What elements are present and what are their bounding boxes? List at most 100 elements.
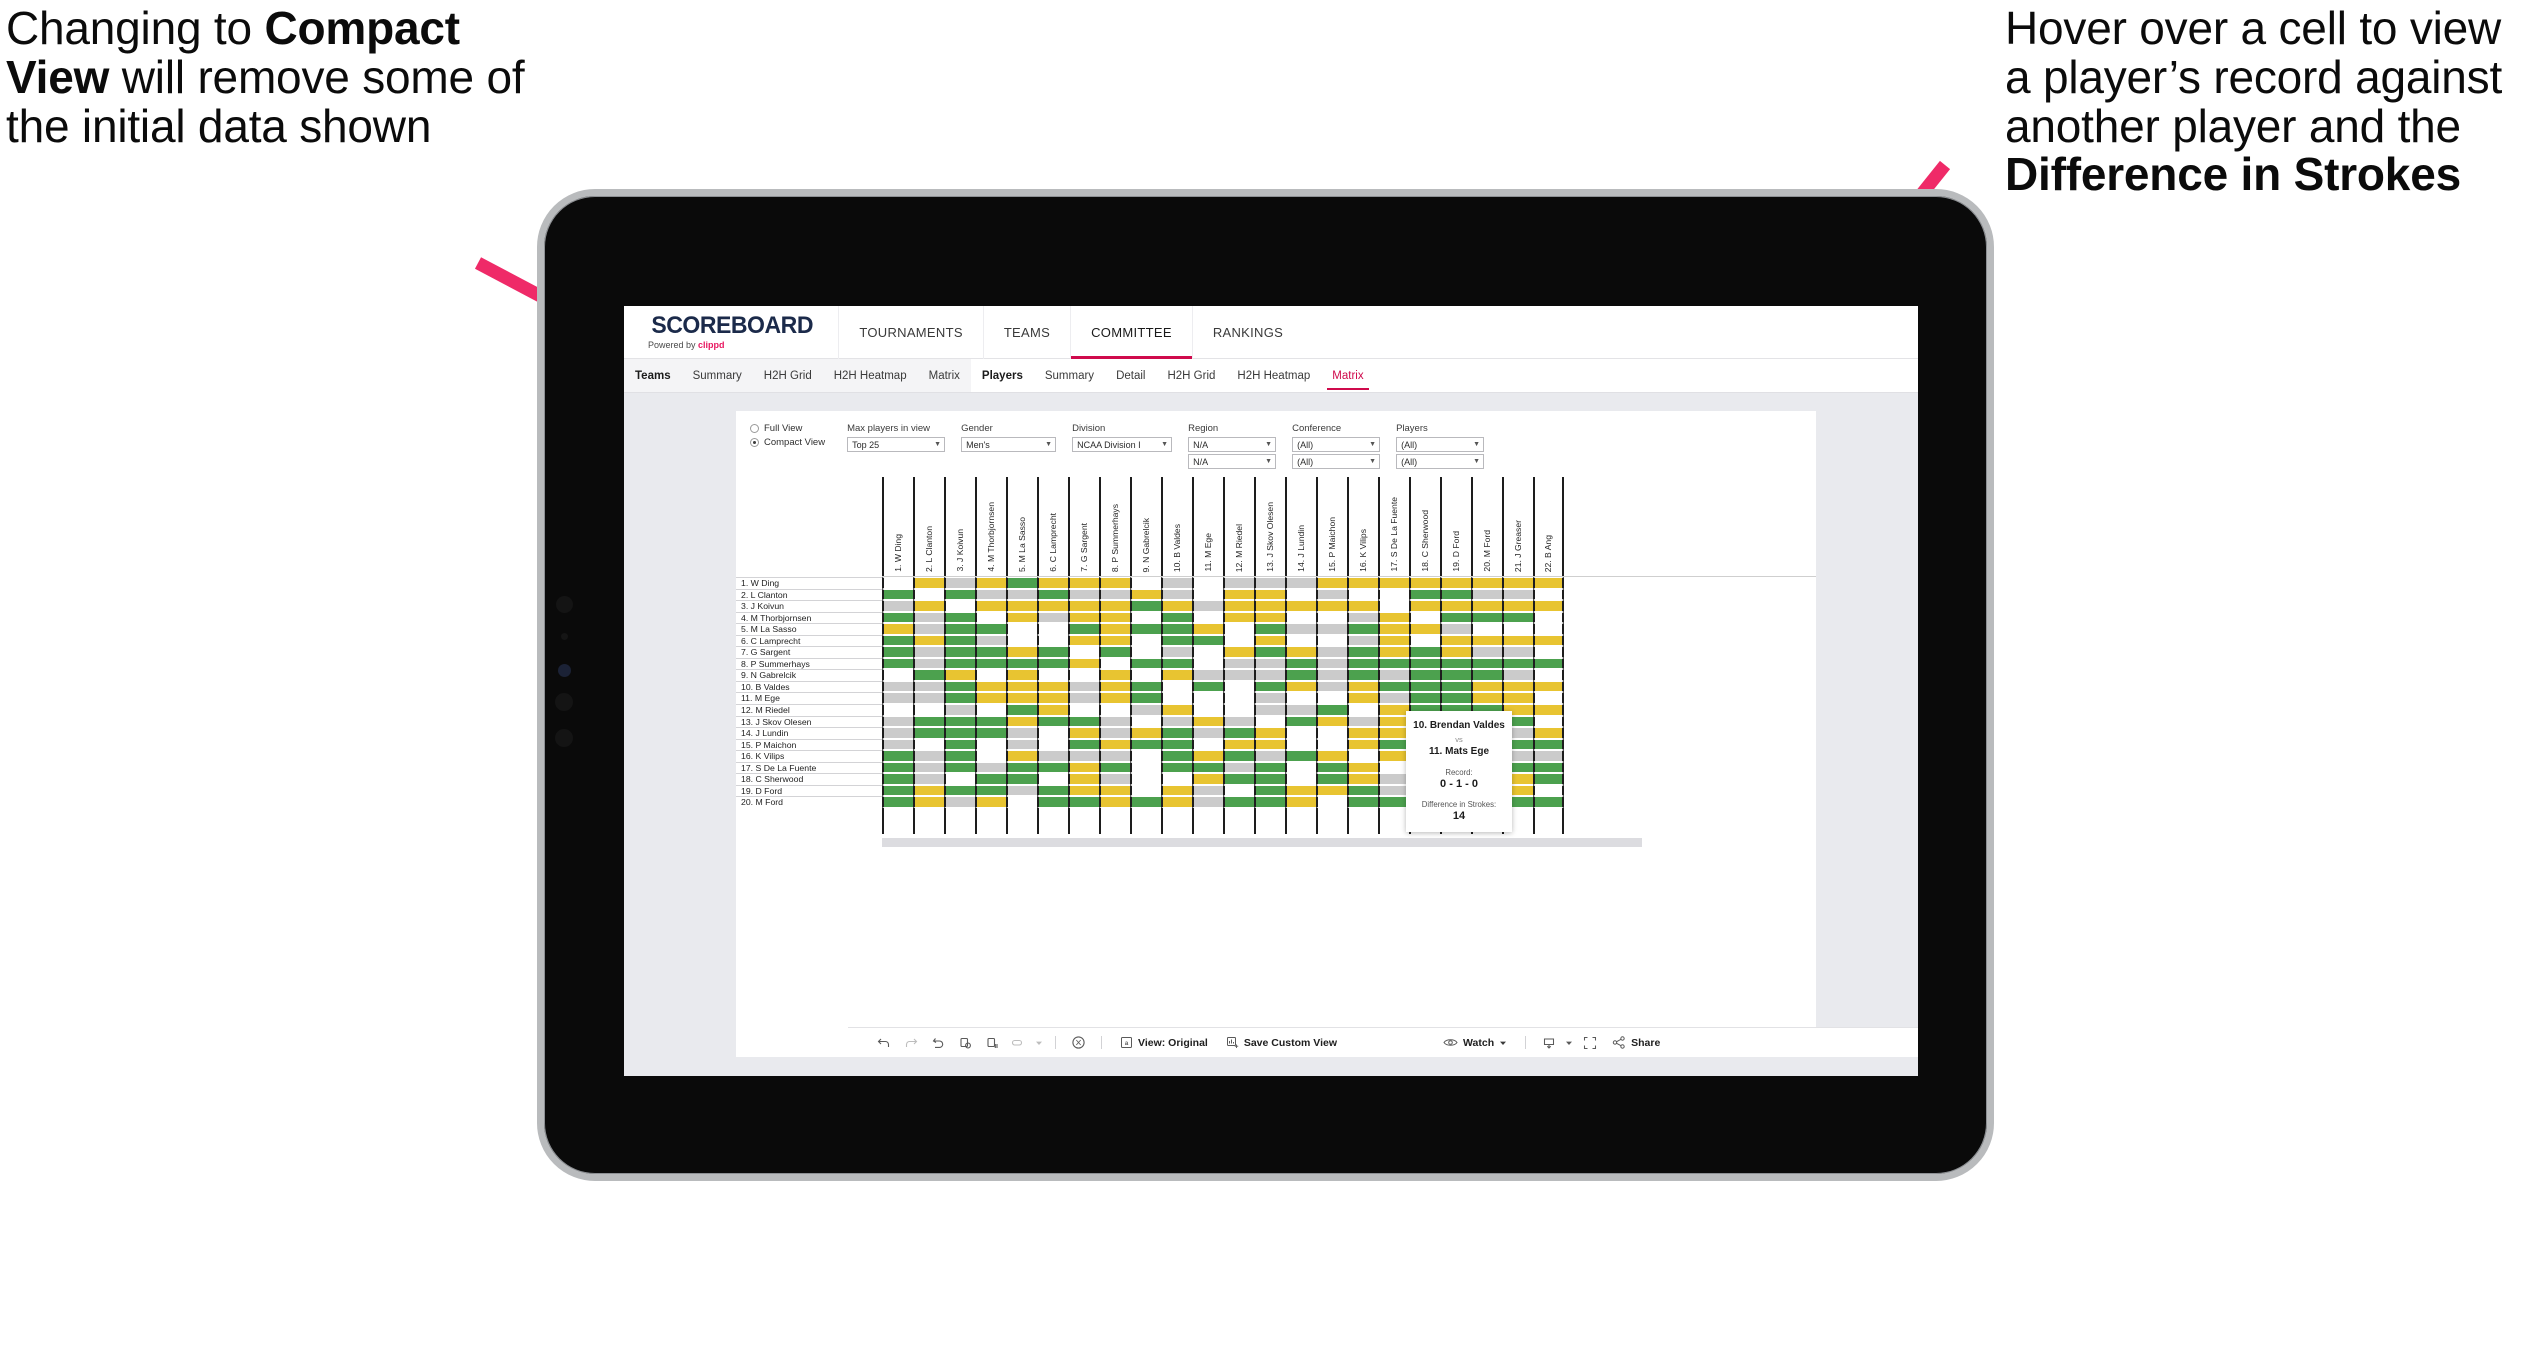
matrix-cell[interactable] [1223,704,1254,716]
matrix-cell[interactable] [1192,738,1223,751]
matrix-cell[interactable] [913,669,944,681]
share-button[interactable]: Share [1603,1028,1669,1058]
matrix-cell[interactable] [1254,680,1285,693]
matrix-cell[interactable] [882,715,913,728]
matrix-cell[interactable] [1533,738,1564,751]
matrix-cell[interactable] [1068,611,1099,624]
matrix-cell[interactable] [1316,623,1347,635]
matrix-cell[interactable] [1285,623,1316,635]
top-nav-teams[interactable]: TEAMS [982,306,1070,359]
matrix-cell[interactable] [944,680,975,693]
matrix-cell[interactable] [1285,657,1316,670]
matrix-cell[interactable] [1409,577,1440,589]
matrix-cell[interactable] [1316,669,1347,681]
matrix-cell[interactable] [1378,680,1409,693]
matrix-cell[interactable] [1285,715,1316,728]
matrix-cell[interactable] [1316,750,1347,762]
matrix-cell[interactable] [1099,727,1130,739]
matrix-cell[interactable] [944,669,975,681]
conference-select-2[interactable]: (All) ▼ [1292,454,1381,469]
matrix-cell[interactable] [1006,577,1037,589]
matrix-cell[interactable] [1378,669,1409,681]
subtab-players-summary[interactable]: Summary [1034,359,1105,392]
matrix-cell[interactable] [1037,727,1068,739]
matrix-cell[interactable] [975,611,1006,624]
matrix-cell[interactable] [1130,796,1161,808]
matrix-cell[interactable] [1347,704,1378,716]
matrix-cell[interactable] [1254,600,1285,612]
matrix-cell[interactable] [944,634,975,647]
matrix-cell[interactable] [1068,657,1099,670]
matrix-cell[interactable] [1533,750,1564,762]
matrix-cell[interactable] [944,657,975,670]
matrix-cell[interactable] [1316,727,1347,739]
matrix-cell[interactable] [1068,588,1099,601]
matrix-cell[interactable] [1316,600,1347,612]
matrix-cell[interactable] [1533,784,1564,797]
top-nav-tournaments[interactable]: TOURNAMENTS [838,306,982,359]
matrix-cell[interactable] [1502,680,1533,693]
matrix-cell[interactable] [944,704,975,716]
matrix-cell[interactable] [944,588,975,601]
matrix-cell[interactable] [1347,657,1378,670]
app-logo[interactable]: SCOREBOARD Powered by clippd [624,314,838,351]
fullscreen-icon[interactable] [1576,1028,1603,1058]
region-select-2[interactable]: N/A ▼ [1188,454,1277,469]
subtab-teams-h2h-grid[interactable]: H2H Grid [753,359,823,392]
matrix-cell[interactable] [1378,657,1409,670]
matrix-cell[interactable] [975,796,1006,808]
matrix-cell[interactable] [1471,577,1502,589]
matrix-cell[interactable] [1161,680,1192,693]
matrix-cell[interactable] [1254,577,1285,589]
matrix-cell[interactable] [1440,680,1471,693]
matrix-cell[interactable] [1161,669,1192,681]
matrix-cell[interactable] [1068,600,1099,612]
matrix-cell[interactable] [1316,715,1347,728]
matrix-cell[interactable] [1285,588,1316,601]
matrix-cell[interactable] [1006,692,1037,705]
matrix-cell[interactable] [1192,761,1223,774]
matrix-cell[interactable] [1254,773,1285,785]
matrix-cell[interactable] [913,623,944,635]
matrix-cell[interactable] [1192,634,1223,647]
matrix-cell[interactable] [1347,600,1378,612]
matrix-cell[interactable] [1533,680,1564,693]
matrix-cell[interactable] [1099,588,1130,601]
matrix-cell[interactable] [1502,646,1533,658]
matrix-cell[interactable] [1378,784,1409,797]
matrix-cell[interactable] [1347,761,1378,774]
matrix-cell[interactable] [1471,680,1502,693]
matrix-cell[interactable] [882,750,913,762]
matrix-cell[interactable] [1130,634,1161,647]
matrix-cell[interactable] [1006,634,1037,647]
matrix-cell[interactable] [1037,761,1068,774]
matrix-cell[interactable] [882,727,913,739]
matrix-cell[interactable] [1285,738,1316,751]
matrix-cell[interactable] [913,600,944,612]
matrix-cell[interactable] [1254,588,1285,601]
matrix-cell[interactable] [1378,588,1409,601]
matrix-cell[interactable] [1161,727,1192,739]
matrix-cell[interactable] [1161,600,1192,612]
matrix-cell[interactable] [1099,773,1130,785]
matrix-cell[interactable] [1068,692,1099,705]
matrix-cell[interactable] [1316,784,1347,797]
matrix-cell[interactable] [882,784,913,797]
matrix-cell[interactable] [913,588,944,601]
matrix-cell[interactable] [1316,692,1347,705]
matrix-cell[interactable] [1347,738,1378,751]
top-nav-rankings[interactable]: RANKINGS [1191,306,1303,359]
matrix-cell[interactable] [1037,588,1068,601]
matrix-cell[interactable] [1161,715,1192,728]
matrix-cell[interactable] [1378,761,1409,774]
matrix-cell[interactable] [1533,623,1564,635]
matrix-cell[interactable] [882,657,913,670]
matrix-cell[interactable] [1409,600,1440,612]
matrix-cell[interactable] [1192,704,1223,716]
matrix-cell[interactable] [882,796,913,808]
matrix-cell[interactable] [1254,646,1285,658]
matrix-cell[interactable] [1533,796,1564,808]
matrix-cell[interactable] [1130,692,1161,705]
matrix-cell[interactable] [1068,669,1099,681]
matrix-cell[interactable] [1533,634,1564,647]
